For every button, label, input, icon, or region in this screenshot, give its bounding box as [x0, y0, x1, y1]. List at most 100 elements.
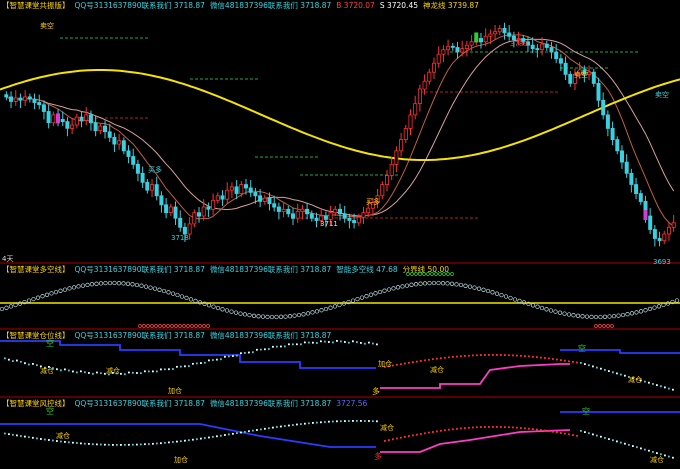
candle-body	[13, 97, 18, 102]
multi-short-point	[224, 308, 230, 313]
candle-body	[408, 114, 413, 129]
risk-dot	[216, 435, 218, 438]
multi-short-point	[251, 313, 257, 318]
risk-dot	[352, 420, 354, 422]
candle-body	[342, 213, 347, 219]
risk-dot	[356, 420, 358, 422]
multi-short-point	[296, 312, 302, 318]
position-dot	[188, 365, 190, 367]
reduce-label: 减仓	[40, 366, 54, 375]
candle-body	[253, 191, 258, 197]
risk-dot	[556, 431, 558, 434]
candle-body	[262, 197, 267, 202]
multi-short-point	[395, 285, 401, 290]
risk-dot	[476, 426, 478, 429]
candle-body	[558, 58, 563, 64]
multi-short-point	[76, 284, 81, 289]
candle-body	[455, 47, 460, 53]
candle-body	[23, 96, 28, 101]
candle-body	[601, 99, 606, 116]
multi-short-point	[301, 312, 306, 317]
candle-body	[173, 206, 178, 219]
candle-body	[328, 212, 333, 220]
risk-dot	[100, 443, 102, 446]
risk-dot	[24, 435, 26, 438]
position-dot	[24, 362, 26, 365]
risk-dot	[668, 455, 670, 458]
reduce-label: 减仓	[380, 423, 394, 432]
candle-body	[507, 32, 512, 37]
risk-dot	[520, 427, 522, 429]
signal-dot	[182, 324, 186, 328]
risk-dot	[28, 436, 30, 439]
risk-dot	[652, 451, 654, 453]
buy-signal: 买多	[366, 197, 380, 206]
position-dot	[444, 356, 446, 359]
multi-short-point	[629, 311, 635, 316]
multi-short-point	[274, 314, 279, 320]
candle-body	[305, 208, 310, 215]
position-dot	[292, 343, 294, 346]
position-dot	[668, 387, 670, 390]
risk-dot	[444, 429, 446, 432]
risk-dot	[496, 426, 498, 428]
risk-dot	[96, 443, 98, 446]
risk-dot	[448, 428, 450, 431]
candle-body	[272, 203, 277, 208]
candle-body	[535, 48, 540, 51]
candle-body	[211, 199, 216, 210]
position-dot	[128, 371, 130, 374]
signal-dot	[414, 272, 418, 276]
candle-body	[667, 226, 672, 235]
risk-dot	[360, 420, 362, 422]
position-dot	[132, 371, 134, 374]
risk-dot	[572, 434, 574, 436]
risk-dot	[296, 423, 298, 426]
candle-body	[483, 35, 488, 43]
risk-dot	[372, 420, 374, 423]
multi-short-point	[148, 285, 153, 290]
position-dot	[612, 371, 614, 374]
risk-dot	[440, 429, 442, 432]
risk-dot	[544, 429, 546, 432]
risk-dot	[184, 439, 186, 442]
risk-dot	[204, 437, 206, 439]
risk-dot	[604, 437, 606, 439]
candle-body	[549, 47, 554, 53]
highlight-candle	[56, 113, 61, 124]
candle-body	[309, 213, 314, 219]
risk-dot	[560, 432, 562, 434]
multi-short-point	[593, 314, 599, 320]
multi-short-point	[242, 312, 248, 317]
candle-body	[493, 31, 498, 35]
multi-short-point	[179, 294, 185, 299]
multi-short-point	[170, 291, 176, 296]
signal-dot	[166, 324, 170, 328]
multi-short-point	[422, 281, 428, 286]
candle-body	[624, 161, 629, 174]
candle-body	[220, 195, 225, 200]
position-dot	[324, 340, 326, 343]
signal-dot	[410, 272, 414, 276]
position-dot	[392, 364, 394, 367]
candle-body	[121, 140, 126, 152]
risk-dot	[52, 439, 54, 442]
candle-body	[384, 175, 389, 186]
risk-dot	[508, 426, 510, 429]
candle-body	[140, 172, 145, 183]
risk-dot	[424, 432, 426, 435]
candle-body	[37, 102, 42, 106]
position-dot	[248, 351, 250, 354]
multi-short-point	[350, 298, 356, 303]
candle-body	[65, 121, 70, 129]
kong-label: 空	[578, 343, 586, 353]
risk-dot	[128, 443, 130, 446]
multi-short-point	[26, 298, 32, 303]
position-dot	[76, 371, 78, 374]
reduce-label: 减仓	[430, 365, 444, 374]
risk-dot	[168, 441, 170, 444]
risk-dot	[336, 420, 338, 423]
position-dot	[212, 359, 214, 361]
risk-dot	[376, 420, 378, 423]
position-dot	[516, 354, 518, 357]
